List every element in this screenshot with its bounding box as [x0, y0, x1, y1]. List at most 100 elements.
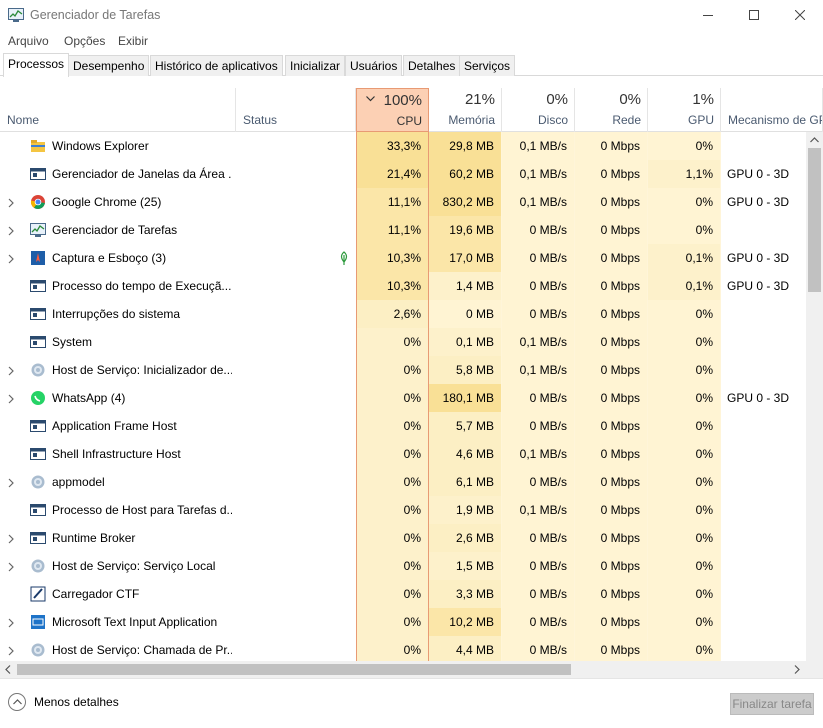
process-gpu-engine [727, 608, 807, 636]
less-details-label: Menos detalhes [34, 695, 119, 709]
table-row[interactable]: Host de Serviço: Serviço Local 0% 1,5 MB 0 … [0, 552, 806, 580]
chevron-right-icon[interactable] [8, 561, 16, 572]
keyboard-icon [30, 614, 46, 630]
table-row[interactable]: Processo do tempo de Execuçã... 10,3% 1,4 … [0, 272, 806, 300]
table-row[interactable]: Carregador CTF 0% 3,3 MB 0 MB/s 0 Mbps 0% [0, 580, 806, 608]
table-row[interactable]: Host de Serviço: Chamada de Pr... 0% 4,4 M… [0, 636, 806, 661]
process-gpu: 0,1% [648, 244, 721, 272]
table-row[interactable]: Interrupções do sistema 2,6% 0 MB 0 MB/s 0 M… [0, 300, 806, 328]
process-name: Captura e Esboço (3) [52, 251, 167, 265]
tab-servicos[interactable]: Serviços [459, 55, 516, 76]
process-net: 0 Mbps [575, 216, 648, 244]
process-net: 0 Mbps [575, 468, 648, 496]
table-row[interactable]: Google Chrome (25) 11,1% 830,2 MB 0,1 MB/s 0… [0, 188, 806, 216]
chevron-right-icon[interactable] [8, 225, 16, 236]
process-gpu-engine [727, 328, 807, 356]
tab-historico[interactable]: Histórico de aplicativos [150, 55, 283, 76]
scroll-up-icon[interactable] [810, 137, 819, 143]
table-row[interactable]: Application Frame Host 0% 5,7 MB 0 MB/s 0 Mb… [0, 412, 806, 440]
column-memory[interactable]: 21% Memória [429, 88, 502, 132]
tab-detalhes[interactable]: Detalhes [403, 55, 461, 76]
less-details-button[interactable]: Menos detalhes [8, 693, 119, 711]
horizontal-scroll-thumb[interactable] [17, 664, 571, 675]
process-gpu-engine [727, 412, 807, 440]
process-name: Microsoft Text Input Application [52, 615, 218, 629]
column-name[interactable]: Nome [0, 88, 236, 132]
process-gpu-engine: GPU 0 - 3D [727, 251, 790, 265]
process-disk: 0 MB/s [502, 468, 575, 496]
table-row[interactable]: Runtime Broker 0% 2,6 MB 0 MB/s 0 Mbps 0% [0, 524, 806, 552]
chevron-right-icon[interactable] [8, 533, 16, 544]
table-row[interactable]: Gerenciador de Janelas da Área ... 21,4% 6… [0, 160, 806, 188]
process-disk: 0 MB/s [502, 384, 575, 412]
table-row[interactable]: System 0% 0,1 MB 0,1 MB/s 0 Mbps 0% [0, 328, 806, 356]
process-cpu: 0% [356, 328, 429, 356]
minimize-button[interactable] [685, 0, 731, 30]
tab-processos[interactable]: Processos [3, 53, 70, 77]
process-mem: 3,3 MB [429, 580, 502, 608]
process-gpu: 0% [648, 468, 721, 496]
close-button[interactable] [777, 0, 823, 30]
column-status[interactable]: Status [236, 88, 356, 132]
chevron-right-icon[interactable] [8, 393, 16, 404]
column-gpu[interactable]: 1% GPU [648, 88, 721, 132]
process-name: WhatsApp (4) [52, 391, 126, 405]
column-disk[interactable]: 0% Disco [502, 88, 575, 132]
process-gpu: 0% [648, 552, 721, 580]
chevron-right-icon[interactable] [8, 197, 16, 208]
window-icon [30, 334, 46, 350]
column-cpu[interactable]: 100% CPU [356, 88, 429, 132]
scroll-left-icon[interactable] [5, 665, 11, 674]
table-row[interactable]: appmodel 0% 6,1 MB 0 MB/s 0 Mbps 0% [0, 468, 806, 496]
process-name: Application Frame Host [52, 419, 177, 433]
table-row[interactable]: Host de Serviço: Inicializador de... 0% 5,… [0, 356, 806, 384]
process-cpu: 10,3% [356, 244, 429, 272]
process-gpu-engine: GPU 0 - 3D [727, 279, 790, 293]
process-net: 0 Mbps [575, 272, 648, 300]
process-cpu: 0% [356, 524, 429, 552]
scroll-right-icon[interactable] [794, 665, 800, 674]
column-network[interactable]: 0% Rede [575, 88, 648, 132]
table-row[interactable]: Windows Explorer 33,3% 29,8 MB 0,1 MB/s 0 Mb… [0, 132, 806, 160]
process-disk: 0,1 MB/s [502, 440, 575, 468]
chevron-right-icon[interactable] [8, 365, 16, 376]
process-disk: 0,1 MB/s [502, 328, 575, 356]
chevron-right-icon[interactable] [8, 617, 16, 628]
process-name: Windows Explorer [52, 139, 149, 153]
task-manager-icon [30, 222, 46, 238]
end-task-button[interactable]: Finalizar tarefa [730, 693, 814, 715]
table-row[interactable]: WhatsApp (4) 0% 180,1 MB 0 MB/s 0 Mbps 0% GPU … [0, 384, 806, 412]
vertical-scrollbar[interactable] [806, 132, 823, 661]
process-gpu-engine: GPU 0 - 3D [727, 391, 790, 405]
menu-exibir[interactable]: Exibir [118, 34, 148, 48]
menu-bar: Arquivo Opções Exibir [0, 31, 823, 51]
process-name: Runtime Broker [52, 531, 136, 545]
snip-icon [30, 250, 46, 266]
table-row[interactable]: Processo de Host para Tarefas d... 0% 1,9 … [0, 496, 806, 524]
table-row[interactable]: Captura e Esboço (3) 10,3% 17,0 MB 0 MB/s 0 … [0, 244, 806, 272]
network-label: Rede [612, 113, 641, 127]
menu-arquivo[interactable]: Arquivo [8, 34, 49, 48]
horizontal-scrollbar[interactable] [0, 661, 806, 678]
gpu-engine-label: Mecanismo de GPU [728, 113, 822, 127]
vertical-scroll-thumb[interactable] [808, 148, 821, 292]
tab-inicializar[interactable]: Inicializar [285, 55, 346, 76]
process-mem: 5,8 MB [429, 356, 502, 384]
folder-icon [30, 138, 46, 154]
maximize-button[interactable] [731, 0, 777, 30]
process-cpu: 0% [356, 384, 429, 412]
process-net: 0 Mbps [575, 300, 648, 328]
menu-opcoes[interactable]: Opções [64, 34, 105, 48]
tab-usuarios[interactable]: Usuários [345, 55, 403, 76]
table-row[interactable]: Shell Infrastructure Host 0% 4,6 MB 0,1 MB/… [0, 440, 806, 468]
memory-total: 21% [464, 91, 495, 108]
network-total: 0% [619, 91, 641, 108]
gear-icon [30, 642, 46, 658]
chevron-right-icon[interactable] [8, 645, 16, 656]
table-row[interactable]: Microsoft Text Input Application 0% 10,2 M… [0, 608, 806, 636]
chevron-right-icon[interactable] [8, 477, 16, 488]
column-gpu-engine[interactable]: Mecanismo de GPU [721, 88, 823, 132]
table-row[interactable]: Gerenciador de Tarefas 11,1% 19,6 MB 0 MB/s… [0, 216, 806, 244]
tab-desempenho[interactable]: Desempenho [68, 55, 150, 76]
chevron-right-icon[interactable] [8, 253, 16, 264]
